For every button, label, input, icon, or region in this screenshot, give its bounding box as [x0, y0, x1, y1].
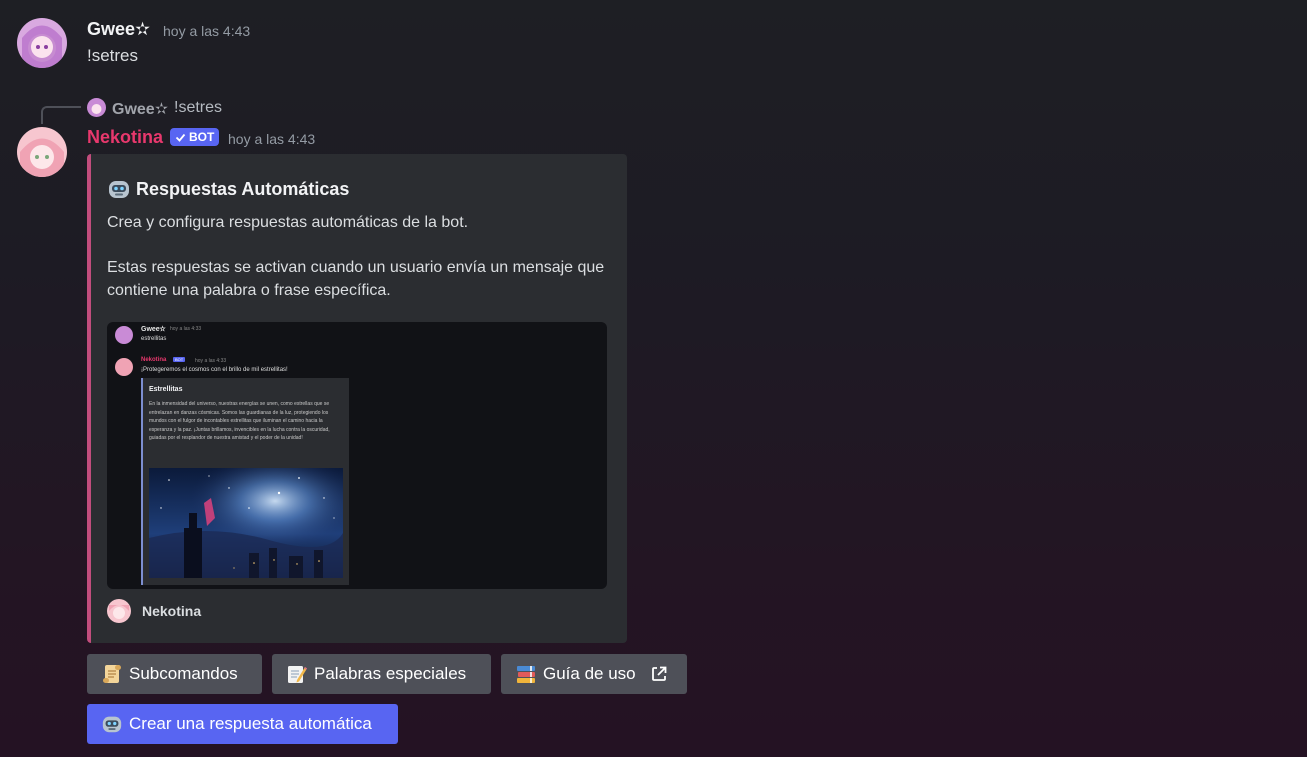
external-link-icon — [651, 666, 667, 681]
embed-title-row: Respuestas Automáticas — [107, 177, 349, 201]
preview-avatar-user — [115, 326, 133, 344]
message-text: !setres — [87, 46, 139, 65]
preview-bot-text: ¡Protegeremos el cosmos con el brillo de… — [141, 367, 288, 373]
books-icon — [517, 666, 535, 683]
embed-description-1: Crea y configura respuestas automáticas … — [107, 214, 469, 231]
preview-bot-name: Nekotina — [141, 357, 167, 363]
reply-author[interactable]: Gwee✫ — [112, 99, 168, 119]
check-icon — [175, 133, 186, 142]
create-auto-response-button[interactable]: Crear una respuesta automática — [87, 704, 398, 744]
bot-timestamp: hoy a las 4:43 — [228, 131, 316, 147]
preview-bot-badge: BOT — [173, 357, 186, 362]
subcommands-button[interactable]: Subcomandos — [87, 654, 262, 694]
reply-connector — [41, 106, 81, 124]
preview-inner-desc: En la inmensidad del universo, nuestras … — [149, 401, 330, 441]
message-timestamp: hoy a las 4:43 — [163, 23, 251, 39]
special-words-label: Palabras especiales — [314, 664, 467, 683]
special-words-button[interactable]: Palabras especiales — [272, 654, 491, 694]
embed-footer-text: Nekotina — [142, 603, 202, 619]
usage-guide-label: Guía de uso — [543, 664, 636, 683]
embed-image[interactable]: Gwee✫ hoy a las 4:33 estrellitas Nekotin… — [107, 322, 607, 589]
preview-starry-image — [149, 468, 343, 578]
robot-icon — [102, 716, 122, 733]
preview-user-name: Gwee✫ — [141, 326, 166, 333]
preview-user-time: hoy a las 4:33 — [170, 326, 202, 332]
reply-avatar[interactable] — [87, 98, 106, 117]
bot-badge-label: BOT — [189, 130, 215, 144]
preview-bot-time: hoy a las 4:33 — [195, 358, 227, 364]
avatar-gwee[interactable] — [17, 18, 67, 68]
embed-description-2: Estas respuestas se activan cuando un us… — [107, 259, 605, 299]
usage-guide-button[interactable]: Guía de uso — [501, 654, 687, 694]
preview-avatar-bot — [115, 358, 133, 376]
preview-inner-title: Estrellitas — [149, 386, 183, 393]
create-auto-response-label: Crear una respuesta automática — [129, 714, 372, 733]
embed-footer-icon — [107, 599, 131, 623]
scroll-icon — [103, 665, 121, 683]
bot-author[interactable]: Nekotina — [87, 127, 163, 148]
preview-inner-embed: Estrellitas En la inmensidad del univers… — [141, 378, 349, 585]
embed-title: Respuestas Automáticas — [136, 178, 350, 199]
message-author[interactable]: Gwee✫ — [87, 19, 150, 40]
bot-badge: BOT — [170, 128, 220, 146]
subcommands-label: Subcomandos — [129, 664, 238, 683]
preview-user-text: estrellitas — [141, 336, 167, 342]
avatar-nekotina[interactable] — [17, 127, 67, 177]
embed: Respuestas Automáticas Crea y configura … — [87, 154, 627, 643]
robot-icon — [109, 181, 129, 198]
memo-icon — [288, 666, 307, 683]
reply-text[interactable]: !setres — [174, 99, 222, 117]
